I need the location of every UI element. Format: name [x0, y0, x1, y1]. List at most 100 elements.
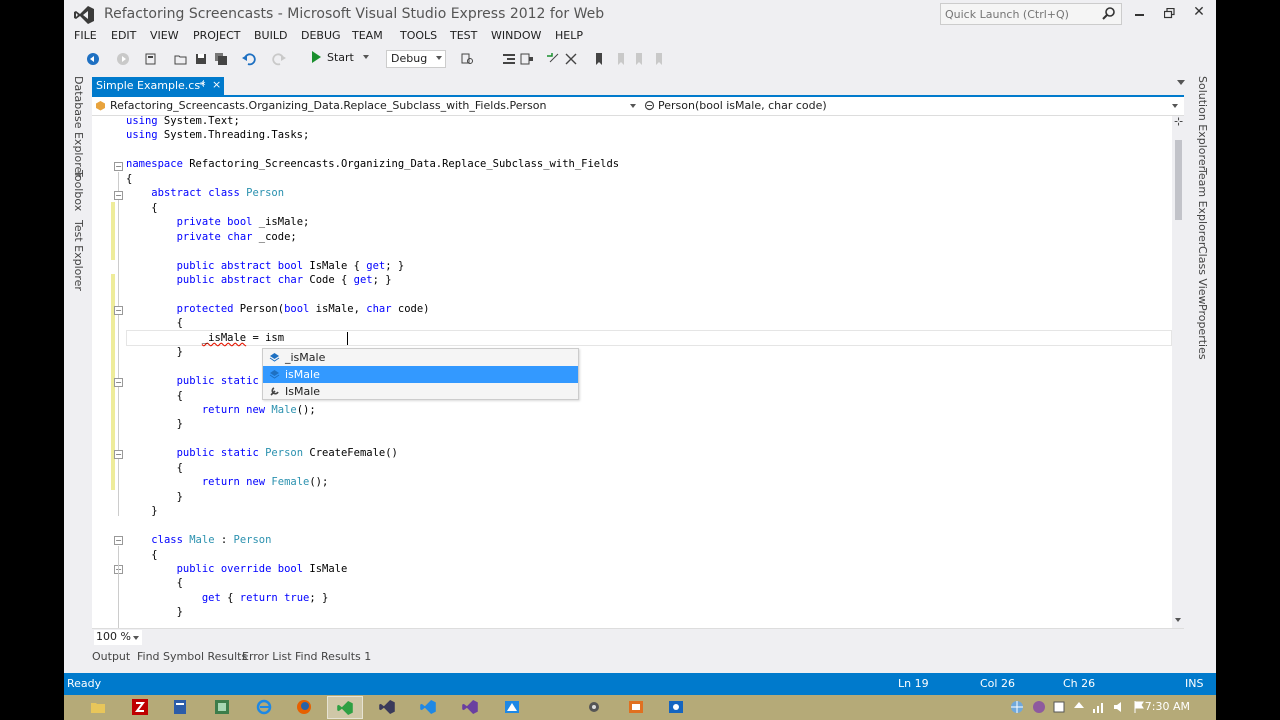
intellisense-completion-list[interactable]: _isMale isMale IsMale [262, 348, 579, 400]
menu-build[interactable]: BUILD [254, 29, 287, 42]
completion-item-property[interactable]: IsMale [263, 383, 578, 400]
quick-launch-box[interactable] [940, 3, 1122, 25]
taskbar-visual-studio-3[interactable] [410, 696, 446, 719]
menu-edit[interactable]: EDIT [111, 29, 136, 42]
quick-launch-input[interactable] [941, 4, 1091, 24]
code-editor[interactable]: − − − − − − − using System.Text;using Sy… [92, 116, 1172, 628]
code-line[interactable]: public static [126, 374, 259, 388]
code-line[interactable]: public abstract bool IsMale { get; } [126, 259, 405, 273]
restore-button[interactable] [1154, 4, 1184, 24]
menu-test[interactable]: TEST [450, 29, 477, 42]
type-scope-dropdown[interactable]: Refactoring_Screencasts.Organizing_Data.… [92, 97, 640, 115]
side-tab-test-explorer[interactable]: Test Explorer [72, 220, 85, 291]
taskbar-app-13[interactable] [658, 696, 694, 719]
code-line[interactable]: } [126, 417, 183, 431]
code-line[interactable]: { [126, 172, 132, 186]
side-tab-toolbox[interactable]: Toolbox [72, 170, 85, 211]
collapse-icon[interactable]: − [114, 450, 123, 459]
comment-icon[interactable] [546, 52, 560, 66]
code-line[interactable]: return new Female(); [126, 475, 328, 489]
bookmark-icon[interactable] [592, 52, 606, 66]
save-all-icon[interactable] [214, 52, 228, 66]
tool-tab-find-results-1[interactable]: Find Results 1 [295, 650, 371, 663]
taskbar-vs-express-web[interactable] [327, 696, 363, 719]
side-tab-team-explorer[interactable]: Team Explorer [1196, 168, 1209, 246]
code-line[interactable]: } [126, 605, 183, 619]
find-in-files-icon[interactable] [460, 52, 474, 66]
scroll-down-icon[interactable] [1175, 618, 1181, 622]
code-line[interactable]: { [126, 389, 183, 403]
code-line[interactable]: } [126, 490, 183, 504]
indent-icon[interactable] [502, 52, 516, 66]
menu-debug[interactable]: DEBUG [301, 29, 341, 42]
open-file-icon[interactable] [174, 52, 188, 66]
close-tab-icon[interactable]: × [212, 78, 221, 91]
tray-app-icon[interactable] [1032, 700, 1046, 714]
code-line[interactable]: public static Person CreateFemale() [126, 446, 398, 460]
search-icon[interactable] [1102, 7, 1115, 20]
save-icon[interactable] [194, 52, 208, 66]
code-line[interactable]: using System.Threading.Tasks; [126, 128, 309, 142]
code-line[interactable]: return new Male(); [126, 403, 316, 417]
side-tab-solution-explorer[interactable]: Solution Explorer [1196, 76, 1209, 170]
code-line[interactable]: { [126, 201, 157, 215]
clear-bookmarks-icon[interactable] [652, 52, 666, 66]
code-line[interactable]: { [126, 461, 183, 475]
taskbar-clock[interactable]: 7:30 AM [1145, 700, 1190, 713]
code-line[interactable]: { [126, 316, 183, 330]
code-line[interactable]: get { return true; } [126, 591, 328, 605]
side-tab-database-explorer[interactable]: Database Explorer [72, 76, 85, 178]
code-line[interactable]: private bool _isMale; [126, 215, 310, 229]
menu-view[interactable]: VIEW [150, 29, 179, 42]
menu-help[interactable]: HELP [555, 29, 583, 42]
menu-tools[interactable]: TOOLS [400, 29, 437, 42]
completion-item-field[interactable]: _isMale [263, 349, 578, 366]
code-line[interactable]: abstract class Person [126, 186, 284, 200]
menu-team[interactable]: TEAM [352, 29, 383, 42]
side-tab-class-view[interactable]: Class View [1196, 246, 1209, 305]
horizontal-scrollbar[interactable] [164, 635, 1168, 641]
collapse-icon[interactable]: − [114, 191, 123, 200]
solution-configuration-select[interactable]: Debug [386, 50, 446, 68]
taskbar-internet-explorer[interactable] [246, 696, 282, 719]
vertical-scrollbar[interactable] [1172, 116, 1184, 628]
undo-icon[interactable] [242, 52, 256, 66]
taskbar-app-10[interactable] [494, 696, 530, 719]
zoom-select[interactable]: 100 % [94, 630, 142, 645]
code-line[interactable]: public override bool IsMale [126, 562, 348, 576]
pin-icon[interactable]: ⊣ [196, 79, 205, 90]
navigate-forward-icon[interactable] [116, 52, 130, 66]
taskbar-visual-studio-4[interactable] [452, 696, 488, 719]
volume-icon[interactable] [1112, 700, 1126, 714]
collapse-icon[interactable]: − [114, 306, 123, 315]
taskbar-app-11[interactable] [576, 696, 612, 719]
tray-up-arrow-icon[interactable] [1072, 700, 1086, 714]
code-line[interactable]: public abstract char Code { get; } [126, 273, 392, 287]
code-line[interactable]: { [126, 548, 157, 562]
taskbar-firefox[interactable] [286, 696, 322, 719]
scrollbar-thumb[interactable] [1175, 140, 1182, 220]
menu-window[interactable]: WINDOW [491, 29, 541, 42]
code-line[interactable]: protected Person(bool isMale, char code) [126, 302, 430, 316]
completion-item-parameter[interactable]: isMale [263, 366, 578, 383]
start-debugging-button[interactable]: Start [312, 51, 370, 67]
code-line[interactable]: } [126, 345, 183, 359]
next-bookmark-icon[interactable] [632, 52, 646, 66]
outdent-icon[interactable] [520, 52, 534, 66]
code-line[interactable]: class Male : Person [126, 533, 271, 547]
taskbar-filezilla[interactable] [122, 696, 158, 719]
network-icon[interactable] [1092, 700, 1106, 714]
taskbar-file-explorer[interactable] [80, 696, 116, 719]
navigate-back-icon[interactable] [86, 52, 100, 66]
collapse-icon[interactable]: − [114, 162, 123, 171]
tray-app-icon[interactable] [1052, 700, 1066, 714]
prev-bookmark-icon[interactable] [614, 52, 628, 66]
new-project-icon[interactable] [144, 52, 158, 66]
taskbar-app-3[interactable] [162, 696, 198, 719]
collapse-icon[interactable]: − [114, 536, 123, 545]
split-window-icon[interactable]: ⊹ [1174, 116, 1184, 127]
side-tab-properties[interactable]: Properties [1196, 304, 1209, 360]
menu-project[interactable]: PROJECT [193, 29, 241, 42]
code-line[interactable]: { [126, 576, 183, 590]
document-tab-simple-example[interactable]: Simple Example.cs* ⊣ × [92, 77, 224, 95]
